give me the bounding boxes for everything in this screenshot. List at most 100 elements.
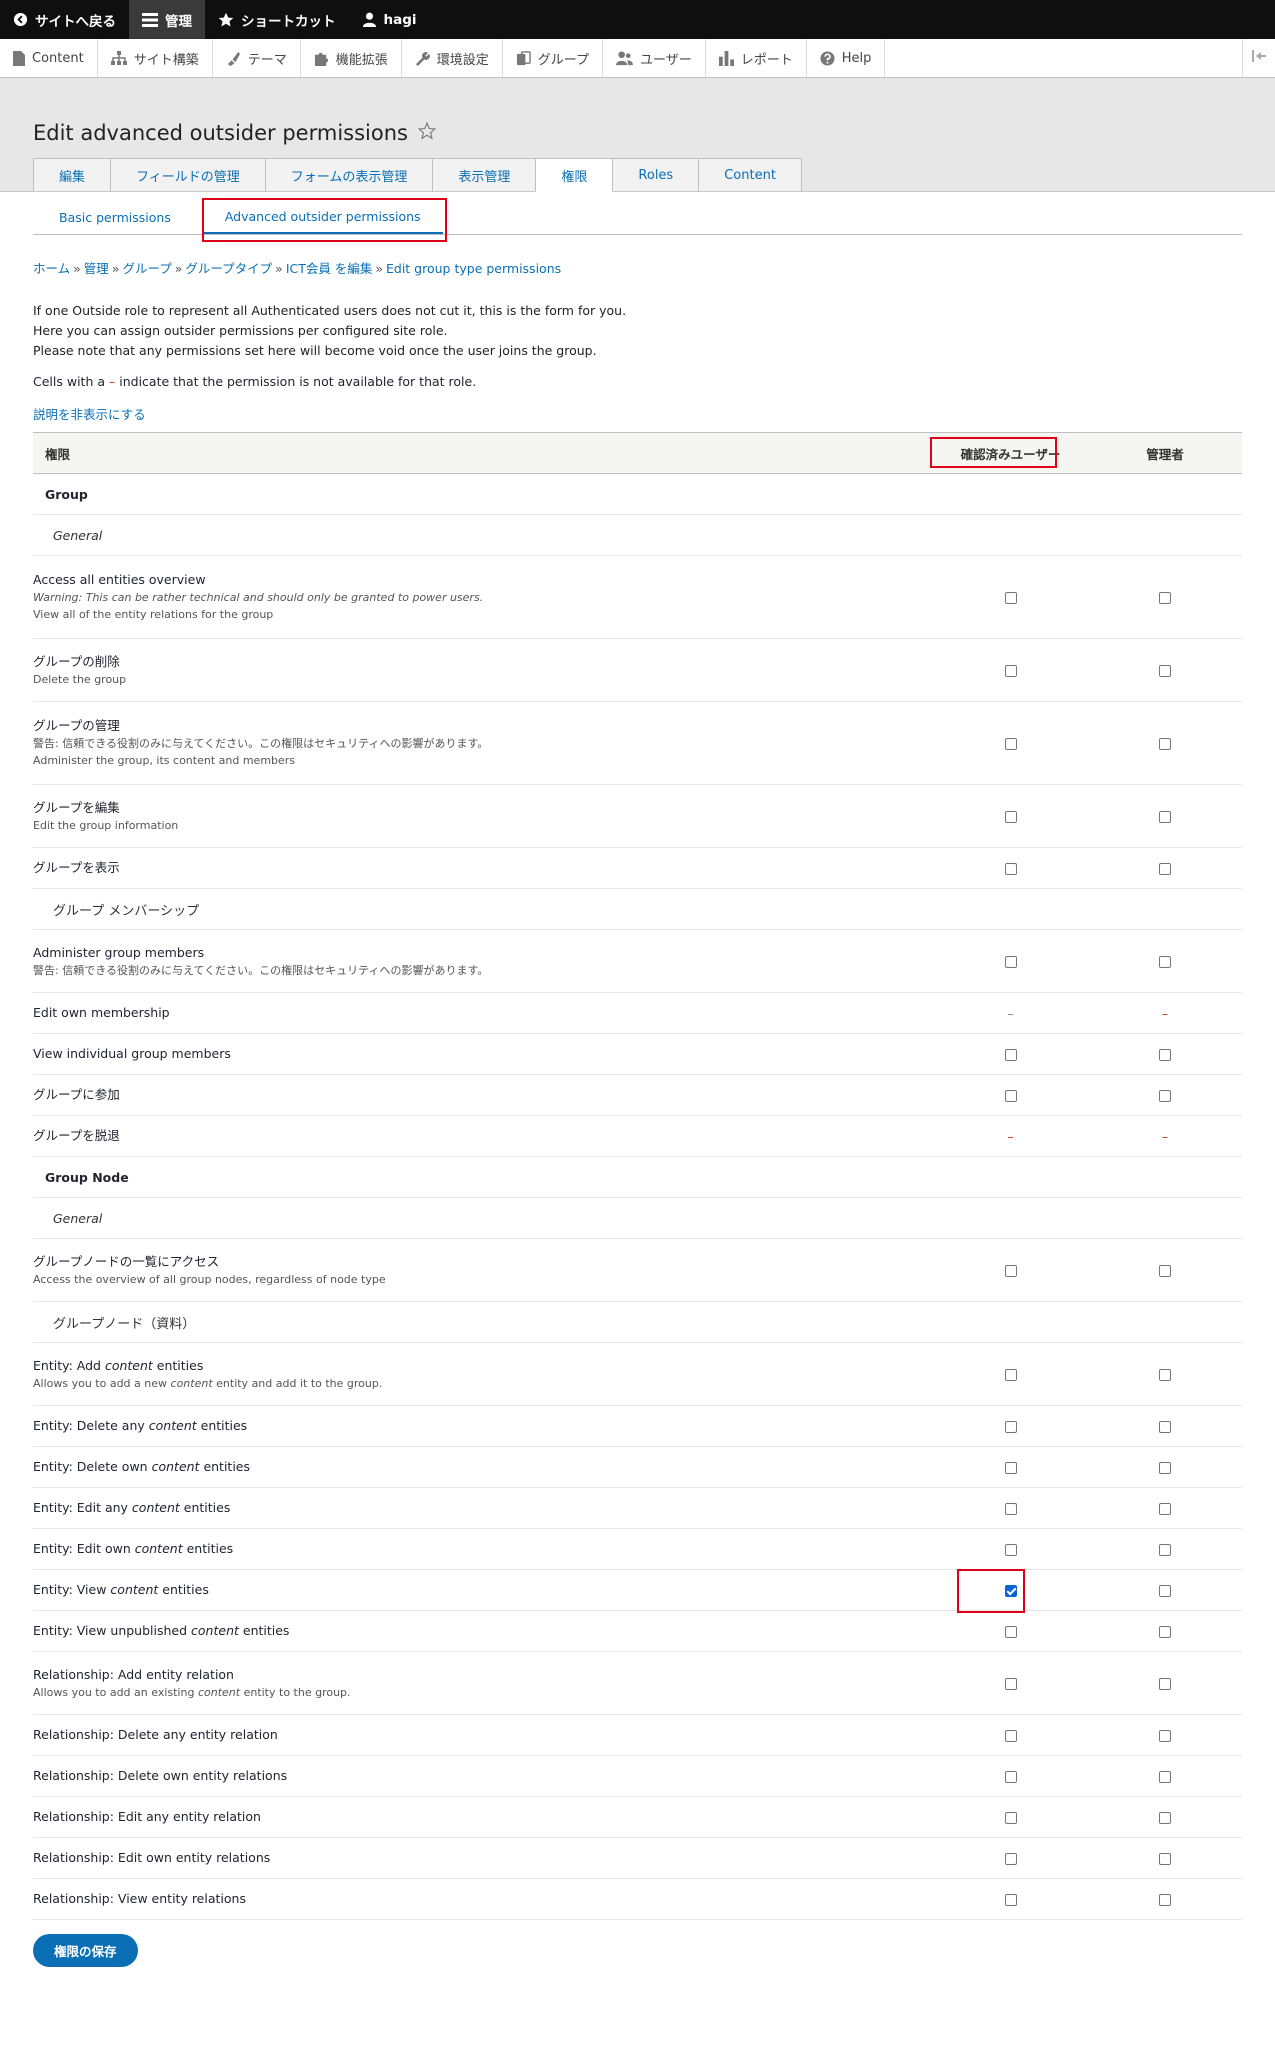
table-row: Relationship: View entity relations	[33, 1878, 1242, 1920]
permission-checkbox[interactable]	[1004, 1462, 1017, 1474]
tray-item-config[interactable]: 環境設定	[402, 39, 503, 77]
permission-checkbox[interactable]	[1159, 1462, 1171, 1474]
tray-item-group[interactable]: グループ	[503, 39, 603, 77]
provider-row: グループ メンバーシップ	[33, 888, 1242, 930]
help-icon	[820, 50, 835, 66]
permission-checkbox[interactable]	[1004, 1090, 1017, 1102]
permission-checkbox[interactable]	[1004, 956, 1017, 968]
permission-checkbox[interactable]	[1159, 1894, 1171, 1906]
permission-checkbox-checked[interactable]	[1004, 1585, 1017, 1597]
permission-checkbox[interactable]	[1004, 1853, 1017, 1865]
permission-checkbox[interactable]	[1159, 863, 1171, 875]
permission-checkbox[interactable]	[1004, 1421, 1017, 1433]
manage-tab[interactable]: 管理	[129, 0, 205, 39]
permission-checkbox[interactable]	[1159, 1369, 1171, 1381]
primary-tabs: 編集 フィールドの管理 フォームの表示管理 表示管理 権限 Roles Cont…	[33, 158, 802, 192]
page-title: Edit advanced outsider permissions	[33, 121, 437, 145]
tab-advanced-outsider-permissions[interactable]: Advanced outsider permissions	[202, 209, 443, 234]
tray-item-people[interactable]: ユーザー	[603, 39, 706, 77]
tray-orientation-toggle[interactable]	[1242, 39, 1275, 77]
table-row: グループの管理 警告: 信頼できる役割のみに与えてください。この権限はセキュリテ…	[33, 701, 1242, 785]
tab-edit[interactable]: 編集	[33, 158, 112, 191]
back-to-site-link[interactable]: サイトへ戻る	[0, 0, 129, 39]
permission-checkbox[interactable]	[1159, 665, 1171, 677]
favorite-star-icon[interactable]	[417, 121, 437, 145]
tray-item-appearance[interactable]: テーマ	[213, 39, 301, 77]
permission-checkbox[interactable]	[1004, 1503, 1017, 1515]
permission-checkbox[interactable]	[1004, 1812, 1017, 1824]
breadcrumb-home[interactable]: ホーム	[33, 261, 70, 276]
table-row: グループに参加	[33, 1074, 1242, 1116]
admin-toolbar: サイトへ戻る 管理 ショートカット hagi	[0, 0, 1275, 39]
tab-manage-form-display[interactable]: フォームの表示管理	[264, 158, 434, 191]
hide-descriptions-link[interactable]: 説明を非表示にする	[33, 404, 1242, 423]
table-row: グループを表示	[33, 847, 1242, 889]
page-header: Edit advanced outsider permissions 編集 フィ…	[0, 78, 1275, 192]
table-row: Entity: Delete own content entities	[33, 1446, 1242, 1488]
permission-checkbox[interactable]	[1004, 1544, 1017, 1556]
tab-basic-permissions[interactable]: Basic permissions	[33, 210, 191, 234]
breadcrumb-admin[interactable]: 管理	[84, 261, 109, 276]
tray-item-content[interactable]: Content	[0, 39, 98, 77]
permission-checkbox[interactable]	[1159, 738, 1171, 750]
breadcrumb-group-types[interactable]: グループタイプ	[185, 261, 272, 276]
permission-checkbox[interactable]	[1004, 592, 1017, 604]
permission-checkbox[interactable]	[1004, 863, 1017, 875]
permission-checkbox[interactable]	[1004, 1265, 1017, 1277]
table-row: Edit own membership – –	[33, 992, 1242, 1034]
permission-checkbox[interactable]	[1159, 1421, 1171, 1433]
permission-checkbox[interactable]	[1159, 956, 1171, 968]
tab-permissions[interactable]: 権限	[535, 158, 614, 192]
user-tab[interactable]: hagi	[349, 0, 430, 39]
permission-checkbox[interactable]	[1159, 1771, 1171, 1783]
permission-checkbox[interactable]	[1004, 1894, 1017, 1906]
permission-checkbox[interactable]	[1004, 811, 1017, 823]
save-permissions-button[interactable]: 権限の保存	[33, 1934, 138, 1967]
tray-item-extend[interactable]: 機能拡張	[301, 39, 402, 77]
module-row: Group	[33, 473, 1242, 515]
permission-checkbox[interactable]	[1159, 1265, 1171, 1277]
tray-item-reports[interactable]: レポート	[706, 39, 807, 77]
verified-user-column-header: 確認済みユーザー	[930, 432, 1088, 474]
table-row: Entity: Edit own content entities	[33, 1528, 1242, 1570]
permission-checkbox[interactable]	[1004, 1626, 1017, 1638]
tab-content[interactable]: Content	[698, 158, 802, 191]
tray-item-structure[interactable]: サイト構築	[98, 39, 213, 77]
breadcrumb-permissions[interactable]: Edit group type permissions	[386, 261, 561, 276]
permission-checkbox[interactable]	[1159, 592, 1171, 604]
permission-checkbox[interactable]	[1159, 1730, 1171, 1742]
table-row: View individual group members	[33, 1033, 1242, 1075]
permission-checkbox[interactable]	[1004, 1730, 1017, 1742]
permission-checkbox[interactable]	[1004, 738, 1017, 750]
permission-checkbox[interactable]	[1004, 1369, 1017, 1381]
permission-checkbox[interactable]	[1159, 1544, 1171, 1556]
permission-checkbox[interactable]	[1159, 1853, 1171, 1865]
table-row: Administer group members 警告: 信頼できる役割のみに与…	[33, 929, 1242, 993]
permission-checkbox[interactable]	[1004, 1678, 1017, 1690]
permission-checkbox[interactable]	[1159, 1626, 1171, 1638]
tab-roles[interactable]: Roles	[612, 158, 700, 191]
permission-checkbox[interactable]	[1159, 811, 1171, 823]
permission-checkbox[interactable]	[1159, 1503, 1171, 1515]
permission-checkbox[interactable]	[1004, 1049, 1017, 1061]
permission-checkbox[interactable]	[1004, 1771, 1017, 1783]
permission-checkbox[interactable]	[1159, 1090, 1171, 1102]
permission-checkbox[interactable]	[1004, 665, 1017, 677]
permission-checkbox[interactable]	[1159, 1585, 1171, 1597]
breadcrumb-edit-group-type[interactable]: ICT会員 を編集	[286, 261, 373, 276]
back-to-site-label: サイトへ戻る	[35, 13, 116, 30]
secondary-tabs: Basic permissions Advanced outsider perm…	[33, 198, 1242, 242]
tab-manage-fields[interactable]: フィールドの管理	[110, 158, 266, 191]
breadcrumb-group[interactable]: グループ	[122, 261, 171, 276]
shortcuts-tab[interactable]: ショートカット	[205, 0, 349, 39]
permission-checkbox[interactable]	[1159, 1678, 1171, 1690]
menu-icon	[142, 12, 158, 27]
permission-checkbox[interactable]	[1159, 1812, 1171, 1824]
tray-item-help[interactable]: Help	[807, 39, 886, 77]
tab-manage-display[interactable]: 表示管理	[432, 158, 537, 191]
collapse-left-icon	[1252, 50, 1266, 66]
permissions-table: 権限 確認済みユーザー 管理者 Group General Access all…	[33, 432, 1242, 1920]
not-available-mark: –	[1007, 1006, 1014, 1021]
star-icon	[218, 12, 234, 28]
permission-checkbox[interactable]	[1159, 1049, 1171, 1061]
